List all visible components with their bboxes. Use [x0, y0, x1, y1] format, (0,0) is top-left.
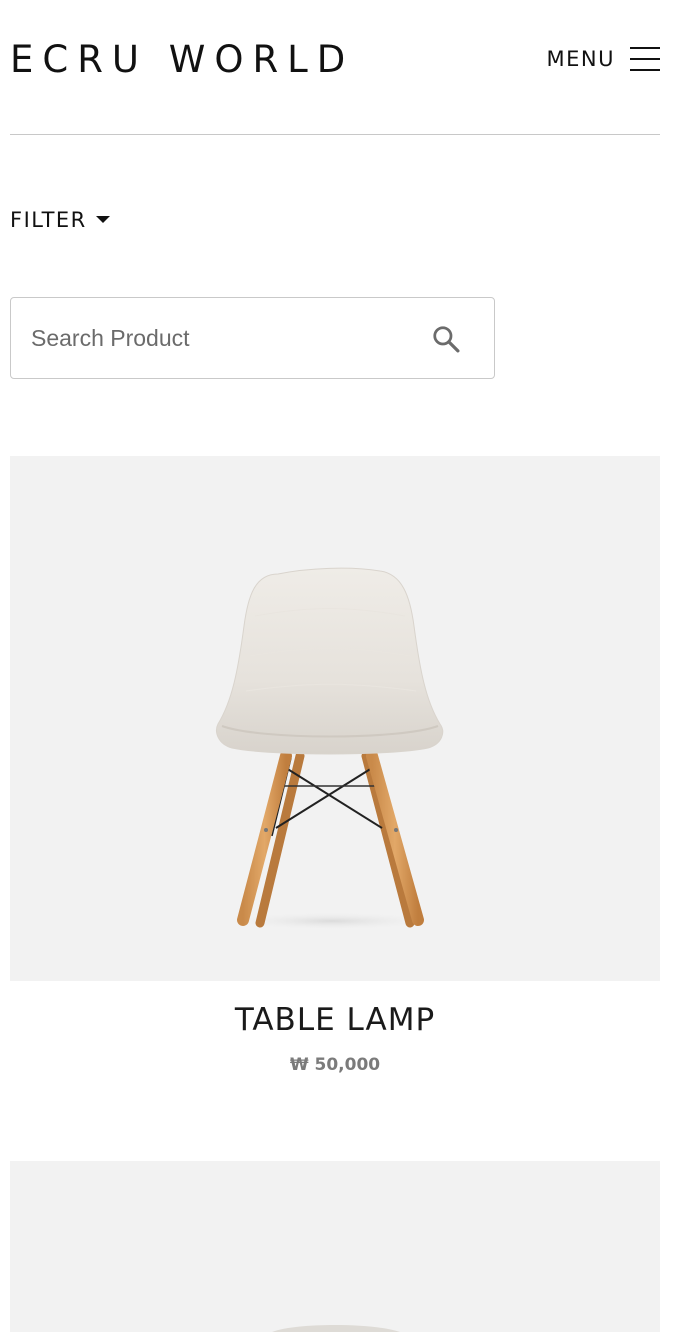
product-name[interactable]: TABLE LAMP	[10, 1001, 660, 1039]
menu-button[interactable]: MENU	[547, 44, 660, 74]
menu-label: MENU	[546, 47, 615, 71]
chair-icon	[272, 1325, 400, 1332]
product-card[interactable]	[10, 1161, 660, 1332]
product-card[interactable]: TABLE LAMP ₩ 50,000	[10, 456, 660, 1076]
hamburger-icon[interactable]	[630, 46, 660, 72]
header-divider	[10, 134, 660, 135]
page: ECRU WORLD MENU FILTER Search Product TA…	[0, 0, 688, 1332]
caret-down-icon	[95, 215, 110, 223]
filter-dropdown[interactable]: FILTER	[10, 205, 110, 235]
site-header: ECRU WORLD MENU	[10, 0, 660, 135]
product-image[interactable]	[10, 456, 660, 981]
search-icon[interactable]	[431, 324, 461, 354]
chair-icon	[216, 567, 444, 930]
product-price: ₩ 50,000	[289, 1055, 381, 1075]
search-input[interactable]	[31, 298, 411, 378]
product-image[interactable]	[10, 1161, 660, 1332]
site-logo[interactable]: ECRU WORLD	[10, 38, 354, 82]
search-box	[10, 297, 495, 379]
filter-label: FILTER	[10, 208, 87, 232]
